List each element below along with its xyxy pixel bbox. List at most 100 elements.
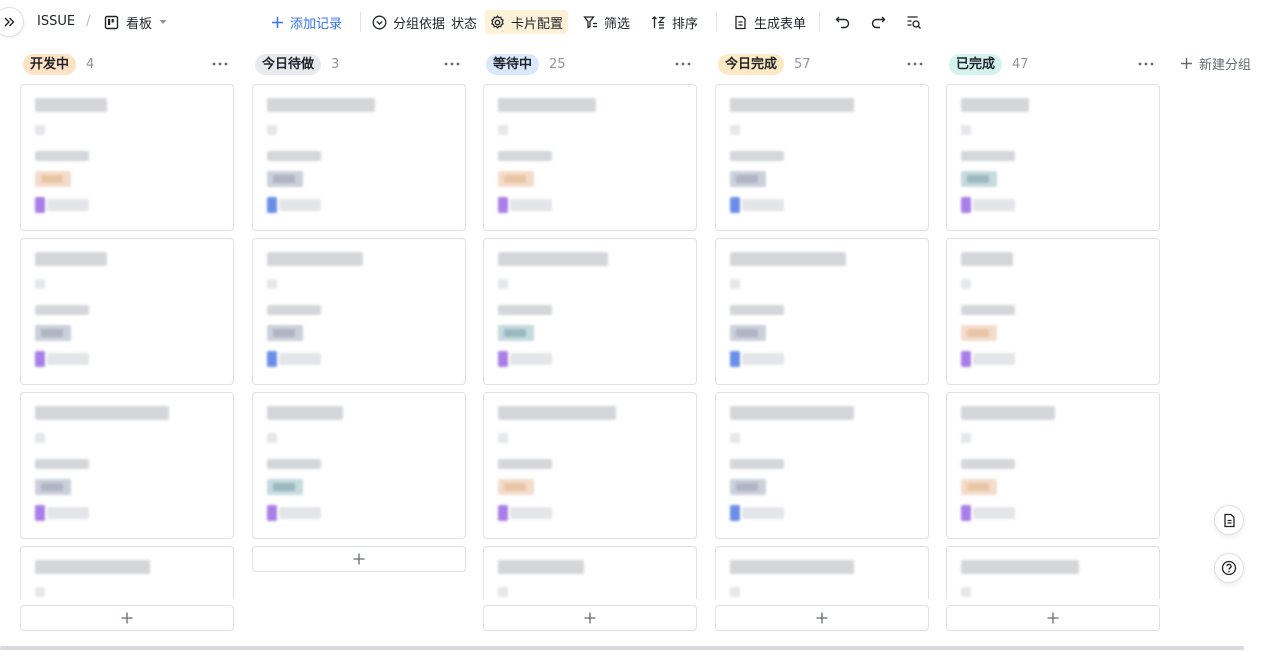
card-title-redacted bbox=[961, 252, 1013, 266]
card-tag-redacted bbox=[736, 483, 758, 491]
card-avatar-redacted bbox=[35, 505, 45, 521]
record-card[interactable] bbox=[20, 392, 234, 539]
undo-icon bbox=[835, 16, 850, 29]
plus-icon bbox=[584, 612, 596, 624]
card-field-redacted bbox=[961, 433, 971, 443]
plus-icon bbox=[816, 612, 828, 624]
column-more-button[interactable] bbox=[673, 54, 693, 74]
card-config-button[interactable]: 卡片配置 bbox=[485, 10, 569, 34]
record-card[interactable] bbox=[946, 546, 1160, 599]
card-field-redacted bbox=[498, 151, 552, 161]
search-records-button[interactable] bbox=[903, 11, 925, 33]
card-title-redacted bbox=[498, 252, 608, 266]
card-field-redacted bbox=[730, 433, 740, 443]
card-tag-redacted bbox=[273, 483, 295, 491]
kanban-view-icon bbox=[104, 15, 119, 29]
view-switcher[interactable]: 看板 bbox=[104, 11, 167, 33]
column-count: 4 bbox=[86, 56, 95, 72]
record-card[interactable] bbox=[252, 238, 466, 385]
record-card[interactable] bbox=[715, 238, 929, 385]
card-field-redacted bbox=[730, 587, 740, 597]
card-field-redacted bbox=[730, 279, 740, 289]
card-field-redacted bbox=[267, 459, 321, 469]
card-avatar-redacted bbox=[267, 197, 277, 213]
record-card[interactable] bbox=[483, 546, 697, 599]
card-tag-redacted bbox=[504, 175, 526, 183]
column-more-button[interactable] bbox=[1136, 54, 1156, 74]
record-card[interactable] bbox=[715, 84, 929, 231]
plus-icon bbox=[1047, 612, 1059, 624]
table-title[interactable]: ISSUE bbox=[37, 14, 75, 29]
card-avatar-redacted bbox=[35, 351, 45, 367]
card-tag-redacted bbox=[41, 175, 63, 183]
help-button[interactable] bbox=[1214, 553, 1244, 583]
card-avatar-redacted bbox=[267, 351, 277, 367]
add-card-button[interactable] bbox=[252, 546, 466, 572]
horizontal-scrollbar[interactable] bbox=[0, 646, 1244, 650]
card-avatar-redacted bbox=[35, 197, 45, 213]
card-user-redacted bbox=[279, 507, 321, 519]
record-card[interactable] bbox=[252, 392, 466, 539]
card-title-redacted bbox=[730, 560, 854, 574]
record-card[interactable] bbox=[946, 84, 1160, 231]
card-tag-redacted bbox=[967, 329, 989, 337]
card-title-redacted bbox=[730, 252, 846, 266]
add-record-button[interactable]: 添加记录 bbox=[267, 10, 346, 34]
new-group-button[interactable]: 新建分组 bbox=[1180, 54, 1251, 73]
card-tag-redacted bbox=[273, 175, 295, 183]
column-more-button[interactable] bbox=[905, 54, 925, 74]
card-field-redacted bbox=[35, 305, 89, 315]
add-card-button[interactable] bbox=[946, 605, 1160, 631]
expand-sidebar-button[interactable] bbox=[0, 7, 24, 37]
column-more-button[interactable] bbox=[210, 54, 230, 74]
generate-form-label: 生成表单 bbox=[754, 16, 807, 32]
kanban-column: 今日完成 57 bbox=[715, 44, 929, 644]
add-card-button[interactable] bbox=[483, 605, 697, 631]
record-card[interactable] bbox=[20, 238, 234, 385]
record-card[interactable] bbox=[715, 546, 929, 599]
redo-button[interactable] bbox=[867, 11, 889, 33]
filter-button[interactable]: 筛选 bbox=[579, 10, 634, 34]
record-card[interactable] bbox=[20, 84, 234, 231]
card-field-redacted bbox=[961, 279, 971, 289]
new-group-label: 新建分组 bbox=[1199, 58, 1252, 73]
card-title-redacted bbox=[498, 98, 596, 112]
record-card[interactable] bbox=[946, 238, 1160, 385]
column-more-button[interactable] bbox=[442, 54, 462, 74]
card-title-redacted bbox=[267, 406, 343, 420]
group-by-label: 分组依据 bbox=[393, 16, 446, 32]
card-tag-redacted bbox=[736, 175, 758, 183]
record-card[interactable] bbox=[483, 392, 697, 539]
record-card[interactable] bbox=[715, 392, 929, 539]
group-by-value: 状态 bbox=[451, 16, 478, 32]
card-user-redacted bbox=[510, 199, 552, 211]
document-button[interactable] bbox=[1214, 505, 1244, 535]
column-header: 已完成 47 bbox=[946, 52, 1160, 76]
card-title-redacted bbox=[961, 406, 1055, 420]
sort-icon bbox=[652, 15, 666, 29]
card-title-redacted bbox=[730, 406, 854, 420]
record-card[interactable] bbox=[20, 546, 234, 599]
generate-form-button[interactable]: 生成表单 bbox=[729, 10, 810, 34]
more-horizontal-icon bbox=[444, 62, 460, 66]
undo-button[interactable] bbox=[832, 11, 854, 33]
record-card[interactable] bbox=[252, 84, 466, 231]
kanban-column: 已完成 47 bbox=[946, 44, 1160, 644]
document-icon bbox=[1223, 513, 1235, 527]
card-field-redacted bbox=[498, 459, 552, 469]
card-tag-redacted bbox=[736, 329, 758, 337]
sort-button[interactable]: 排序 bbox=[647, 10, 702, 34]
card-avatar-redacted bbox=[498, 351, 508, 367]
add-card-button[interactable] bbox=[715, 605, 929, 631]
card-field-redacted bbox=[961, 151, 1015, 161]
kanban-column: 等待中 25 bbox=[483, 44, 697, 644]
card-title-redacted bbox=[35, 98, 107, 112]
card-field-redacted bbox=[267, 305, 321, 315]
card-avatar-redacted bbox=[498, 505, 508, 521]
record-card[interactable] bbox=[946, 392, 1160, 539]
group-by-button[interactable]: 分组依据 状态 bbox=[368, 10, 481, 34]
add-card-button[interactable] bbox=[20, 605, 234, 631]
record-card[interactable] bbox=[483, 84, 697, 231]
card-field-redacted bbox=[730, 305, 784, 315]
record-card[interactable] bbox=[483, 238, 697, 385]
